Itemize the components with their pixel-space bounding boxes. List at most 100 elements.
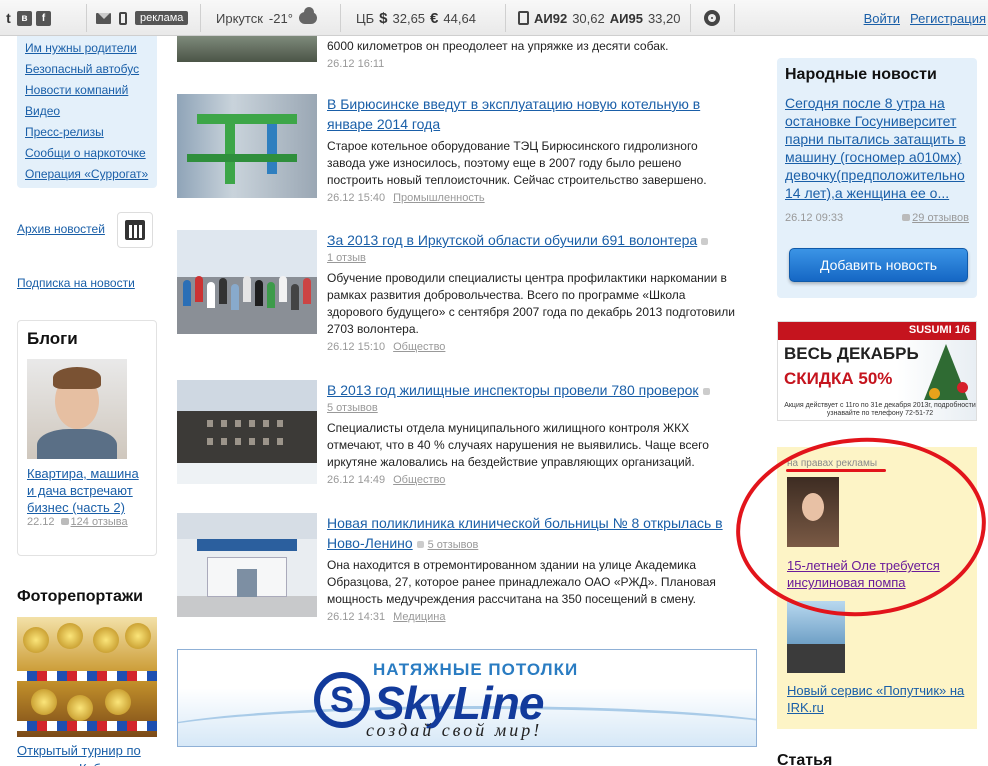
photoreport-image[interactable] [17,617,157,737]
vk-icon[interactable]: в [17,10,32,26]
calendar-button[interactable] [117,212,153,248]
blog-post-link[interactable]: Квартира, машина и дача встречают бизнес… [27,465,147,516]
news-archive-link[interactable]: Архив новостей [17,222,105,236]
left-link[interactable]: Новости компаний [25,80,157,101]
folk-news-comments-link[interactable]: 29 отзывов [912,212,969,224]
a95-label: АИ95 [609,10,643,26]
social-links: t в f [4,0,51,36]
news-thumb[interactable] [177,36,317,62]
cloud-icon [298,7,317,24]
separator [690,4,691,32]
weather-widget[interactable]: Иркутск -21° [216,0,317,36]
weather-city: Иркутск [216,10,263,26]
blog-comments-link[interactable]: 124 отзыва [71,516,128,528]
left-link[interactable]: Им нужны родители [25,38,157,59]
annotation-underline [786,469,886,472]
news-date: 26.12 15:40 [327,192,386,204]
article-heading: Статья [777,752,833,766]
news-date: 26.12 14:49 [327,474,386,486]
a92-label: АИ92 [534,10,568,26]
news-text: Специалисты отдела муниципального жилищн… [327,421,709,469]
news-category-link[interactable]: Медицина [393,611,445,623]
comment-icon [902,214,911,221]
susumi-brand: SUSUMI 1/6 [908,324,970,336]
separator [200,4,201,32]
comment-icon [701,237,709,245]
gear-icon [704,10,720,26]
separator [734,4,735,32]
fuel-pump-icon [518,11,529,25]
login-link[interactable]: Войти [864,11,900,26]
subscribe-link[interactable]: Подписка на новости [17,276,135,290]
banner-logo-letter: S [329,679,354,720]
fuel-prices[interactable]: АИ92 30,62 АИ95 33,20 [518,0,681,36]
news-thumb[interactable] [177,94,317,198]
photoreports-title: Фоторепортажи [17,588,144,605]
susumi-ad-banner[interactable]: SUSUMI 1/6 ВЕСЬ ДЕКАБРЬ СКИДКА 50% Акция… [777,321,977,421]
eur-rate: 44,64 [443,10,476,26]
news-comments-link[interactable]: 1 отзыв [327,252,366,264]
banner-slogan: создай свой мир! [366,720,543,740]
auth-links: Войти Регистрация [864,0,986,36]
susumi-fineprint: Акция действует с 11го по 31е декабря 20… [784,402,976,417]
left-link[interactable]: Пресс-релизы [25,122,157,143]
folk-news-widget: Народные новости Сегодня после 8 утра на… [777,58,977,298]
news-comments-link[interactable]: 5 отзывов [428,539,479,551]
folk-news-date: 26.12 09:33 [785,212,844,224]
folk-news-link[interactable]: Сегодня после 8 утра на остановке Госуни… [785,94,969,202]
special-links: Им нужны родители Безопасный автобус Нов… [17,36,157,188]
separator [505,4,506,32]
comment-icon [416,540,424,548]
comment-icon [60,518,69,525]
blogs-title: Блоги [27,329,78,348]
left-link[interactable]: Сообщи о наркоточке [25,143,157,164]
news-thumb[interactable] [177,513,317,617]
news-title-link[interactable]: Новая поликлиника клинической больницы №… [327,515,723,551]
news-text: 6000 километров он преодолеет на упряжке… [327,39,669,53]
left-link[interactable]: Безопасный автобус [25,59,157,80]
ad-link-poputchik[interactable]: Новый сервис «Попутчик» на IRK.ru [787,682,972,716]
separator [340,4,341,32]
news-meta: 26.12 16:11 [327,58,385,70]
photoreport-link[interactable]: Открытый турнир по карате на Кубок [17,742,162,766]
news-title-link[interactable]: В 2013 год жилищные инспекторы провели 7… [327,382,699,398]
comment-icon [702,387,710,395]
news-text: Старое котельное оборудование ТЭЦ Бирюси… [327,139,707,187]
ads-group: реклама [96,0,189,36]
left-link[interactable]: Операция «Суррогат» [25,164,157,185]
settings-button[interactable] [704,0,720,36]
news-thumb[interactable] [177,380,317,484]
mail-icon[interactable] [96,12,111,24]
currency-rates[interactable]: ЦБ $ 32,65 € 44,64 [356,0,476,36]
blog-date: 22.12 [27,516,55,528]
top-bar: t в f реклама Иркутск -21° ЦБ $ 32,65 € … [0,0,988,36]
news-category-link[interactable]: Промышленность [393,192,485,204]
separator [86,4,87,32]
a95-price: 33,20 [647,10,681,26]
news-text: Обучение проводили специалисты центра пр… [327,271,735,336]
rates-label: ЦБ [356,10,375,26]
facebook-icon[interactable]: f [36,10,51,26]
news-thumb[interactable] [177,230,317,334]
euro-icon: € [430,9,439,27]
news-title-link[interactable]: В Бирюсинске введут в эксплуатацию новую… [327,96,700,132]
news-category-link[interactable]: Общество [393,341,445,353]
ads-button[interactable]: реклама [135,11,189,25]
register-link[interactable]: Регистрация [910,11,986,26]
twitter-icon[interactable]: t [4,10,13,26]
news-title-link[interactable]: За 2013 год в Иркутской области обучили … [327,232,697,248]
news-category-link[interactable]: Общество [393,474,445,486]
skyline-banner[interactable]: НАТЯЖНЫЕ ПОТОЛКИ S SkyLine создай свой м… [177,649,757,747]
a92-price: 30,62 [572,10,605,26]
left-link[interactable]: Видео [25,101,157,122]
news-comments-link[interactable]: 5 отзывов [327,402,378,414]
add-news-button[interactable]: Добавить новость [789,248,968,282]
blog-author-photo[interactable] [27,359,127,459]
calendar-icon [125,220,145,240]
phone-icon[interactable] [119,11,127,25]
blog-meta: 22.12 124 отзыва [27,516,147,528]
usd-rate: 32,65 [392,10,426,26]
weather-temp: -21° [268,10,293,26]
dollar-icon: $ [379,9,388,27]
news-text: Она находится в отремонтированном здании… [327,558,716,606]
